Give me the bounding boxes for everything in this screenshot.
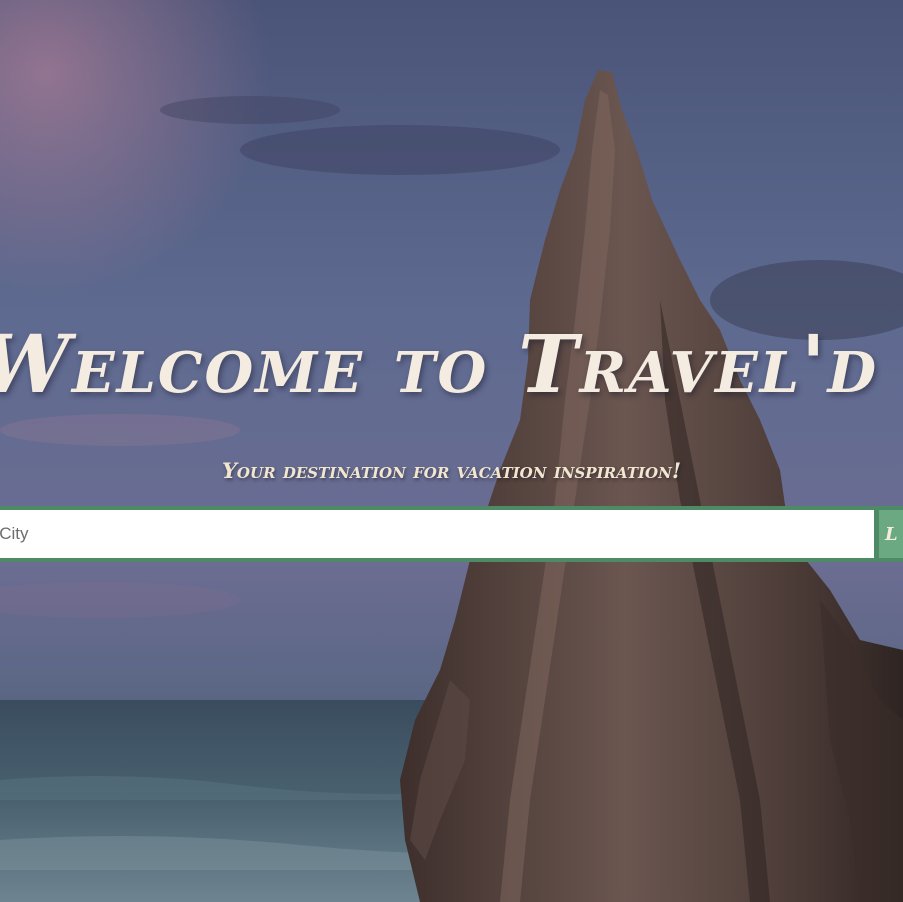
- search-button[interactable]: L: [879, 510, 903, 558]
- page-subtitle: Your destination for vacation inspiratio…: [221, 458, 682, 483]
- page-title: Welcome to Travel'd: [0, 317, 879, 411]
- search-bar: L: [0, 506, 903, 562]
- hero-section: Welcome to Travel'd Your destination for…: [0, 0, 903, 902]
- city-search-input[interactable]: [0, 510, 874, 558]
- background-photo: [0, 0, 903, 902]
